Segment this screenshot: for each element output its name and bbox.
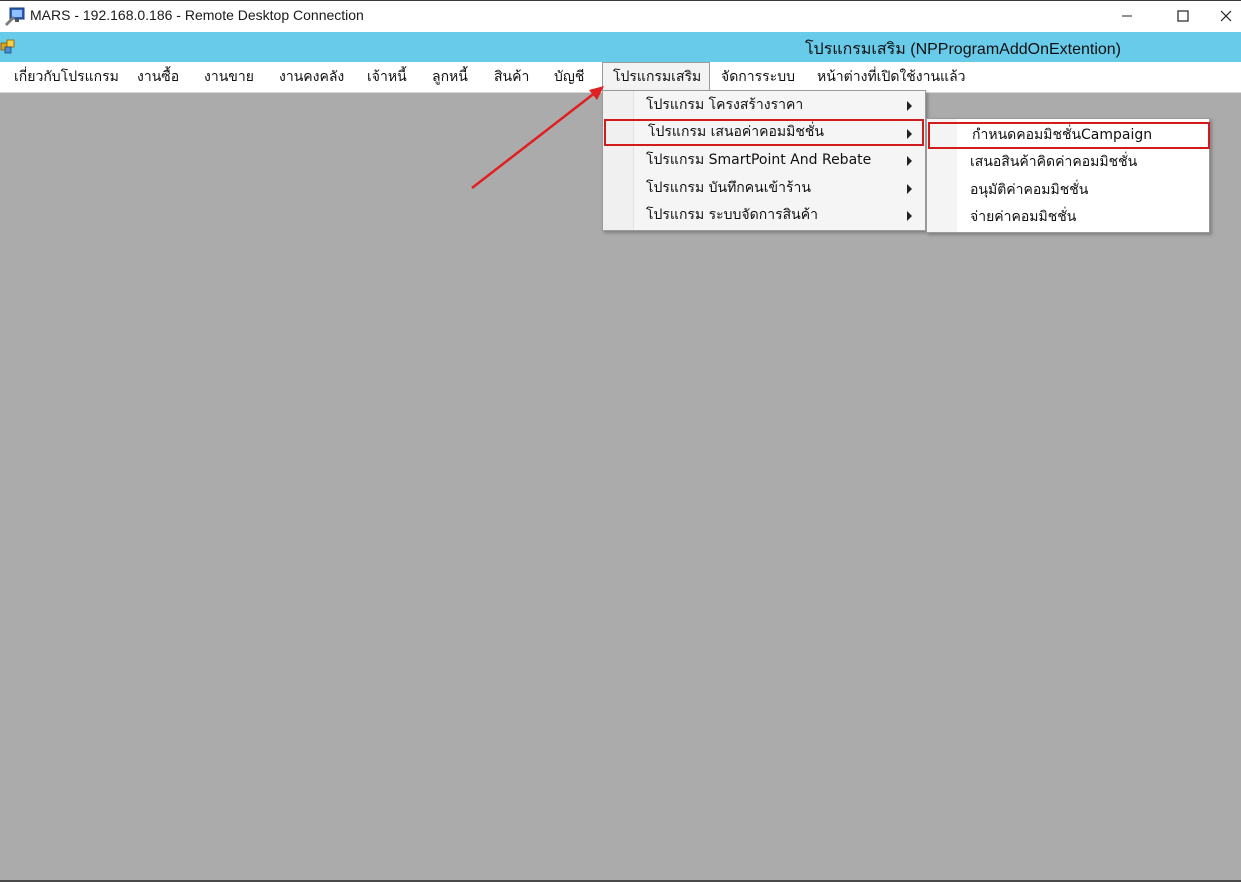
submenu-item-pay-commission[interactable]: จ่ายค่าคอมมิชชั่น: [928, 204, 1210, 231]
menu-system-admin[interactable]: จัดการระบบ: [711, 62, 805, 93]
dropdown-item-product-management[interactable]: โปรแกรม ระบบจัดการสินค้า: [604, 202, 924, 229]
menu-sales[interactable]: งานขาย: [194, 62, 264, 93]
submenu-arrow-icon: [907, 101, 912, 111]
dropdown-item-label: โปรแกรม บันทึกคนเข้าร้าน: [646, 180, 811, 196]
app-title: โปรแกรมเสริม (NPProgramAddOnExtention): [804, 41, 1121, 58]
dropdown-item-label: โปรแกรม เสนอค่าคอมมิชชั่น: [648, 124, 824, 140]
submenu-arrow-icon: [907, 129, 912, 139]
remote-desktop-icon: [4, 6, 26, 26]
maximize-icon: [1177, 10, 1189, 22]
dropdown-item-commission-proposal[interactable]: โปรแกรม เสนอค่าคอมมิชชั่น: [604, 119, 924, 146]
dropdown-item-visitor-log[interactable]: โปรแกรม บันทึกคนเข้าร้าน: [604, 175, 924, 202]
submenu-item-label: อนุมัติค่าคอมมิชชั่น: [970, 182, 1089, 198]
dropdown-item-label: โปรแกรม SmartPoint And Rebate: [646, 152, 872, 168]
menu-purchase[interactable]: งานซื้อ: [127, 62, 189, 93]
menu-about[interactable]: เกี่ยวกับโปรแกรม: [4, 62, 129, 93]
menu-debtors[interactable]: ลูกหนี้: [422, 62, 478, 93]
menu-products[interactable]: สินค้า: [484, 62, 539, 93]
menu-addon-programs[interactable]: โปรแกรมเสริม: [602, 62, 710, 93]
menu-accounting[interactable]: บัญชี: [544, 62, 594, 93]
submenu-item-approve-commission[interactable]: อนุมัติค่าคอมมิชชั่น: [928, 177, 1210, 204]
dropdown-item-smartpoint-rebate[interactable]: โปรแกรม SmartPoint And Rebate: [604, 147, 924, 174]
submenu-item-propose-commission-products[interactable]: เสนอสินค้าคิดค่าคอมมิชชั่น: [928, 149, 1210, 176]
dropdown-item-price-structure[interactable]: โปรแกรม โครงสร้างราคา: [604, 92, 924, 119]
commission-submenu: กำหนดคอมมิชชั่นCampaign เสนอสินค้าคิดค่า…: [926, 118, 1210, 233]
app-icon: [0, 39, 16, 55]
submenu-arrow-icon: [907, 211, 912, 221]
minimize-button[interactable]: [1104, 1, 1150, 31]
submenu-arrow-icon: [907, 156, 912, 166]
rdp-title-bar: MARS - 192.168.0.186 - Remote Desktop Co…: [0, 0, 1241, 30]
submenu-arrow-icon: [907, 184, 912, 194]
submenu-item-label: จ่ายค่าคอมมิชชั่น: [970, 209, 1077, 225]
menu-open-windows[interactable]: หน้าต่างที่เปิดใช้งานแล้ว: [807, 62, 976, 93]
minimize-icon: [1122, 15, 1132, 17]
close-button[interactable]: [1214, 1, 1241, 31]
dropdown-item-label: โปรแกรม ระบบจัดการสินค้า: [646, 207, 818, 223]
menu-creditors[interactable]: เจ้าหนี้: [357, 62, 417, 93]
dropdown-item-label: โปรแกรม โครงสร้างราคา: [646, 97, 804, 113]
window-title: MARS - 192.168.0.186 - Remote Desktop Co…: [30, 7, 364, 23]
submenu-item-campaign-commission[interactable]: กำหนดคอมมิชชั่นCampaign: [928, 122, 1210, 149]
submenu-item-label: เสนอสินค้าคิดค่าคอมมิชชั่น: [970, 154, 1138, 170]
submenu-item-label: กำหนดคอมมิชชั่นCampaign: [972, 127, 1153, 143]
maximize-button[interactable]: [1160, 1, 1206, 31]
addon-programs-dropdown: โปรแกรม โครงสร้างราคา โปรแกรม เสนอค่าคอม…: [602, 90, 926, 231]
app-title-bar: โปรแกรมเสริม (NPProgramAddOnExtention): [0, 32, 1241, 62]
menu-bar: เกี่ยวกับโปรแกรม งานซื้อ งานขาย งานคงคลั…: [0, 62, 1241, 93]
menu-inventory[interactable]: งานคงคลัง: [269, 62, 354, 93]
close-icon: [1220, 10, 1232, 22]
